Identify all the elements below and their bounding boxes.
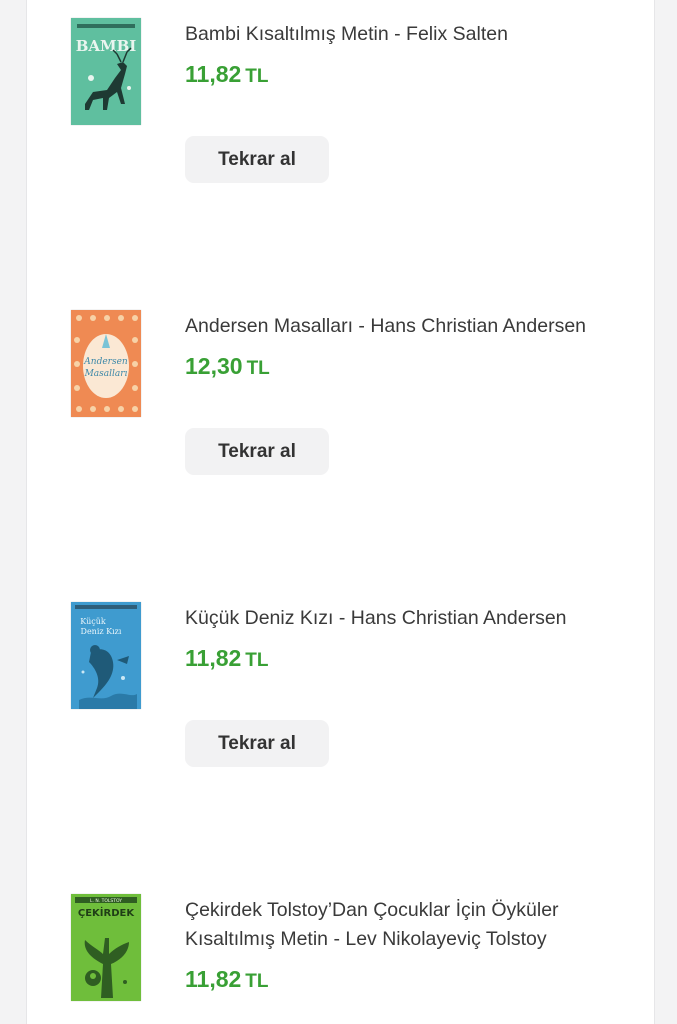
product-title[interactable]: Andersen Masalları - Hans Christian Ande… [185,312,625,341]
book-cover-andersen[interactable]: Andersen Masalları [71,310,141,417]
book-cover-bambi[interactable]: BAMBI [71,18,141,125]
price-currency: TL [245,971,269,992]
reorder-button[interactable]: Tekrar al [185,136,329,183]
reorder-button[interactable]: Tekrar al [185,428,329,475]
product-price: 11,82 TL [185,645,269,672]
page: BAMBI Bambi Kısaltılmış Metin - Felix Sa… [0,0,677,1024]
product-title[interactable]: Çekirdek Tolstoy’Dan Çocuklar İçin Öykül… [185,896,625,954]
book-cover-kucuk-deniz-kizi[interactable]: Küçük Deniz Kızı [71,602,141,709]
price-amount: 11,82 [185,61,242,87]
price-currency: TL [245,66,269,87]
price-amount: 11,82 [185,966,242,992]
product-title[interactable]: Bambi Kısaltılmış Metin - Felix Salten [185,20,625,49]
product-title[interactable]: Küçük Deniz Kızı - Hans Christian Anders… [185,604,625,633]
book-cover-cekirdek[interactable]: L. N. TOLSTOY ÇEKİRDEK [71,894,141,1001]
price-amount: 11,82 [185,645,242,671]
product-price: 11,82 TL [185,61,269,88]
product-price: 11,82 TL [185,966,269,993]
svg-text:Andersen: Andersen [83,357,128,367]
svg-text:Deniz Kızı: Deniz Kızı [81,627,122,636]
price-currency: TL [246,358,270,379]
order-history-panel: BAMBI Bambi Kısaltılmış Metin - Felix Sa… [26,0,655,1024]
svg-text:L. N. TOLSTOY: L. N. TOLSTOY [90,898,122,904]
svg-text:Masalları: Masalları [84,369,128,379]
svg-text:ÇEKİRDEK: ÇEKİRDEK [78,905,135,919]
price-amount: 12,30 [185,353,243,379]
price-currency: TL [245,650,269,671]
reorder-button[interactable]: Tekrar al [185,720,329,767]
svg-text:Küçük: Küçük [80,617,106,626]
product-price: 12,30 TL [185,353,270,380]
